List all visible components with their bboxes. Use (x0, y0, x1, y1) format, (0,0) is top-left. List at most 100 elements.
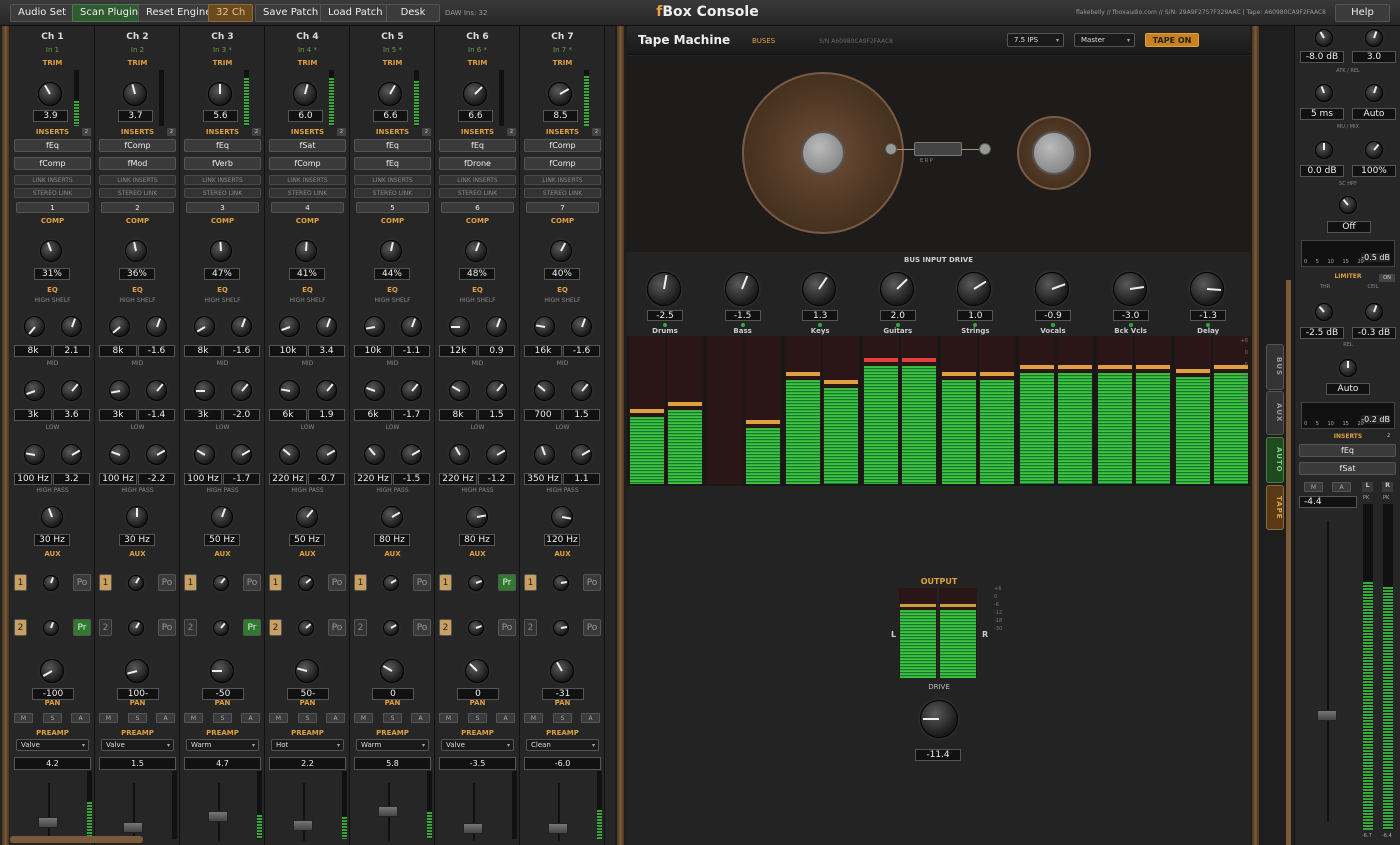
pan-knob[interactable] (380, 659, 404, 683)
aux2-send-knob[interactable] (43, 620, 59, 636)
comp-knob[interactable] (380, 240, 402, 262)
insert-slot-1[interactable]: fComp (524, 139, 601, 152)
mid-gain-knob[interactable] (146, 380, 167, 401)
aux2-pre-post-toggle[interactable]: Po (413, 619, 431, 636)
high-shelf-gain-knob[interactable] (486, 316, 507, 337)
stereo-link-button[interactable]: STEREO LINK (524, 188, 601, 198)
auto-button[interactable]: A (581, 713, 600, 723)
master-mute-button[interactable]: M (1304, 482, 1323, 492)
high-pass-knob[interactable] (296, 506, 318, 528)
low-gain-knob[interactable] (401, 444, 422, 465)
aux1-pre-post-toggle[interactable]: Po (413, 574, 431, 591)
aux2-send-knob[interactable] (298, 620, 314, 636)
high-shelf-freq-knob[interactable] (534, 316, 555, 337)
stereo-link-button[interactable]: STEREO LINK (99, 188, 176, 198)
aux1-pre-post-toggle[interactable]: Pr (498, 574, 516, 591)
aux2-send-knob[interactable] (468, 620, 484, 636)
pan-knob[interactable] (295, 659, 319, 683)
high-shelf-freq-knob[interactable] (194, 316, 215, 337)
high-pass-knob[interactable] (381, 506, 403, 528)
low-gain-knob[interactable] (316, 444, 337, 465)
high-shelf-freq-knob[interactable] (364, 316, 385, 337)
aux1-send-knob[interactable] (468, 575, 484, 591)
auto-button[interactable]: A (326, 713, 345, 723)
limiter-on-toggle[interactable]: ON (1379, 274, 1395, 282)
auto-button[interactable]: A (496, 713, 515, 723)
trim-knob[interactable] (123, 82, 147, 106)
insert-slot-2[interactable]: fComp (14, 157, 91, 170)
high-shelf-freq-knob[interactable] (279, 316, 300, 337)
channel-fader[interactable] (463, 823, 483, 834)
insert-slot-1[interactable]: fEq (439, 139, 516, 152)
preamp-select[interactable]: Warm ▾ (186, 739, 259, 751)
aux2-send-button[interactable]: 2 (14, 619, 27, 636)
link-inserts-button[interactable]: LINK INSERTS (14, 175, 91, 185)
bus-drive-knob[interactable] (1035, 272, 1069, 306)
mid-freq-knob[interactable] (24, 380, 45, 401)
high-shelf-gain-knob[interactable] (146, 316, 167, 337)
bus-drive-knob[interactable] (647, 272, 681, 306)
insert-slot-1[interactable]: fSat (269, 139, 346, 152)
channel-fader[interactable] (293, 820, 313, 832)
trim-knob[interactable] (548, 82, 572, 106)
aux2-send-knob[interactable] (553, 620, 569, 636)
threshold-knob[interactable] (1315, 303, 1333, 321)
channel-count-button[interactable]: 32 Ch (208, 4, 254, 22)
aux2-send-button[interactable]: 2 (354, 619, 367, 636)
low-gain-knob[interactable] (486, 444, 507, 465)
stereo-link-button[interactable]: STEREO LINK (184, 188, 261, 198)
channel-input[interactable]: In 4 * (265, 46, 350, 54)
aux1-send-button[interactable]: 1 (354, 574, 367, 591)
low-freq-knob[interactable] (109, 444, 130, 465)
help-button[interactable]: Help (1335, 4, 1390, 22)
aux2-send-knob[interactable] (128, 620, 144, 636)
bus-drive-knob[interactable] (1112, 272, 1147, 306)
insert-slot-1[interactable]: fComp (99, 139, 176, 152)
solo-button[interactable]: S (553, 713, 572, 723)
low-freq-knob[interactable] (194, 444, 215, 465)
high-shelf-gain-knob[interactable] (401, 316, 422, 337)
link-inserts-button[interactable]: LINK INSERTS (439, 175, 516, 185)
auto-button[interactable]: A (241, 713, 260, 723)
high-pass-knob[interactable] (466, 506, 488, 528)
comp-knob[interactable] (125, 240, 147, 262)
high-pass-knob[interactable] (41, 506, 63, 528)
channel-input[interactable]: In 1 (10, 46, 95, 54)
mix-knob[interactable] (1365, 84, 1383, 102)
bus-drive-knob[interactable] (1190, 272, 1225, 306)
auto-button[interactable]: A (411, 713, 430, 723)
preamp-select[interactable]: Clean ▾ (526, 739, 599, 751)
high-pass-knob[interactable] (551, 506, 573, 528)
mid-freq-knob[interactable] (364, 380, 385, 401)
pan-knob[interactable] (465, 659, 489, 683)
channel-input[interactable]: In 5 * (350, 46, 435, 54)
solo-button[interactable]: S (468, 713, 487, 723)
save-patch-button[interactable]: Save Patch (255, 4, 327, 22)
channel-input[interactable]: In 3 * (180, 46, 265, 54)
bus-drive-knob[interactable] (724, 272, 759, 306)
master-insert-2[interactable]: fSat (1299, 462, 1396, 475)
master-auto-button[interactable]: A (1332, 482, 1351, 492)
insert-slot-2[interactable]: fComp (269, 157, 346, 170)
mid-freq-knob[interactable] (534, 380, 555, 401)
aux1-send-button[interactable]: 1 (184, 574, 197, 591)
preamp-select[interactable]: Valve ▾ (441, 739, 514, 751)
bus-drive-knob[interactable] (802, 272, 837, 306)
aux1-pre-post-toggle[interactable]: Po (328, 574, 346, 591)
tab-tape[interactable]: TAPE (1266, 485, 1284, 530)
insert-slot-2[interactable]: fEq (354, 157, 431, 170)
trim-knob[interactable] (378, 82, 402, 106)
link-inserts-button[interactable]: LINK INSERTS (99, 175, 176, 185)
aux2-pre-post-toggle[interactable]: Pr (243, 619, 261, 636)
comp-knob[interactable] (210, 240, 232, 262)
preamp-select[interactable]: Warm ▾ (356, 739, 429, 751)
aux2-send-button[interactable]: 2 (439, 619, 452, 636)
aux2-send-knob[interactable] (213, 620, 229, 636)
low-gain-knob[interactable] (571, 444, 592, 465)
master-insert-1[interactable]: fEq (1299, 444, 1396, 457)
mute-button[interactable]: M (439, 713, 458, 723)
mute-button[interactable]: M (269, 713, 288, 723)
solo-button[interactable]: S (383, 713, 402, 723)
mix-amount-knob[interactable] (1365, 141, 1383, 159)
aux1-send-button[interactable]: 1 (269, 574, 282, 591)
